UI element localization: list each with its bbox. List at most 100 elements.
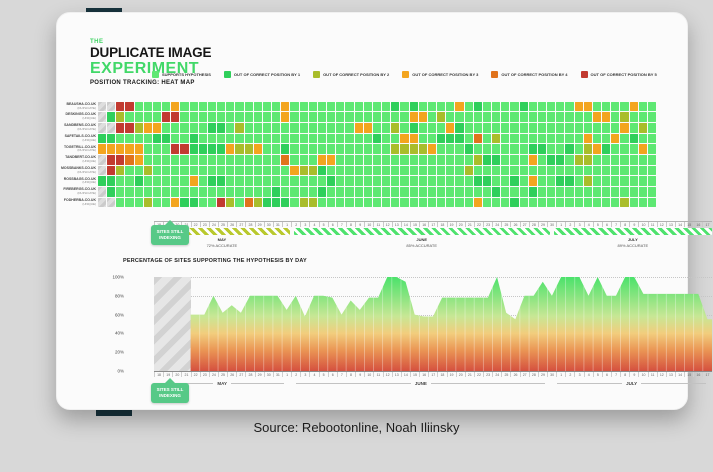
heatmap-cell	[373, 176, 381, 186]
heatmap-cell	[345, 123, 353, 133]
heatmap-cell	[235, 134, 243, 144]
area-day-tick: 26	[227, 372, 236, 377]
heatmap-cell	[611, 134, 619, 144]
heatmap-day-tick: 26	[227, 222, 236, 227]
x-month-label: MAY	[217, 381, 227, 386]
heatmap-cell	[217, 176, 225, 186]
heatmap-cell	[300, 176, 308, 186]
heatmap-cell	[446, 155, 454, 165]
area-day-tick: 30	[547, 372, 556, 377]
heatmap-cell	[538, 198, 546, 208]
heatmap-cell	[419, 187, 427, 197]
heatmap-row: SANDBENS.CO.UK(DUPLICATE)	[59, 122, 687, 133]
heatmap-cell	[226, 144, 234, 154]
area-day-tick: 6	[602, 372, 611, 377]
heatmap-cell	[538, 187, 546, 197]
heatmap-day-tick: 12	[657, 222, 666, 227]
heatmap-cell	[290, 166, 298, 176]
heatmap-cell	[556, 155, 564, 165]
heatmap-cell	[226, 166, 234, 176]
heatmap-cell	[300, 102, 308, 112]
heatmap-cell	[254, 187, 262, 197]
heatmap-cell	[400, 144, 408, 154]
heatmap-cell	[254, 134, 262, 144]
heatmap-day-tick: 3	[574, 222, 583, 227]
heatmap-cell	[492, 144, 500, 154]
heatmap-cell	[254, 176, 262, 186]
heatmap-day-tick: 11	[373, 222, 382, 227]
heatmap-cell	[437, 166, 445, 176]
heatmap-cell	[254, 166, 262, 176]
heatmap-cell	[208, 176, 216, 186]
heatmap-cell	[208, 166, 216, 176]
heatmap-day-tick: 29	[255, 222, 264, 227]
heatmap-cell	[272, 155, 280, 165]
heatmap-cell	[153, 187, 161, 197]
heatmap-cell	[318, 144, 326, 154]
heatmap-day-tick: 16	[419, 222, 428, 227]
heatmap-cell	[263, 176, 271, 186]
heatmap-cell	[556, 144, 564, 154]
heatmap-cell	[135, 198, 143, 208]
heatmap-cell	[529, 112, 537, 122]
area-day-tick: 7	[337, 372, 346, 377]
heatmap-cell	[235, 123, 243, 133]
heatmap-cell	[575, 166, 583, 176]
heatmap-cell	[419, 123, 427, 133]
heatmap-cell	[602, 102, 610, 112]
heatmap-cell	[144, 102, 152, 112]
heatmap-cell	[364, 134, 372, 144]
heatmap-cell	[226, 155, 234, 165]
heatmap-cell	[410, 176, 418, 186]
area-y-tick-label: 80%	[115, 293, 124, 298]
heatmap-cell	[556, 123, 564, 133]
heatmap-day-tick: 7	[611, 222, 620, 227]
heatmap-cell	[520, 198, 528, 208]
heatmap-cell	[364, 112, 372, 122]
heatmap-cell	[364, 144, 372, 154]
heatmap-cell	[345, 134, 353, 144]
heatmap-cell	[153, 134, 161, 144]
heatmap-day-tick: 25	[218, 222, 227, 227]
heatmap-cell	[345, 176, 353, 186]
heatmap-cell	[611, 102, 619, 112]
heatmap-cell	[180, 187, 188, 197]
heatmap-cell	[373, 187, 381, 197]
heatmap-cell	[529, 198, 537, 208]
x-month-label: JUNE	[415, 381, 427, 386]
heatmap-month-bars: MAY72% ACCURATEJUNE85% ACCURATEJULY89% A…	[154, 228, 712, 248]
heatmap-cell	[648, 144, 656, 154]
heatmap-cell	[483, 144, 491, 154]
heatmap-row-label-text: (UNIQUE)	[59, 181, 96, 184]
heatmap-cell	[639, 134, 647, 144]
heatmap-day-tick: 2	[291, 222, 300, 227]
heatmap-cell	[135, 166, 143, 176]
area-day-tick: 21	[465, 372, 474, 377]
heatmap-cell	[125, 187, 133, 197]
area-chart-svg	[154, 277, 712, 371]
heatmap-cell	[400, 198, 408, 208]
heatmap-cell	[272, 187, 280, 197]
heatmap-cell	[190, 134, 198, 144]
heatmap-cell	[630, 198, 638, 208]
heatmap-cell	[602, 155, 610, 165]
legend-item: SUPPORTS HYPOTHESIS	[152, 71, 211, 78]
heatmap-cell	[272, 176, 280, 186]
heatmap-cell	[556, 112, 564, 122]
heatmap-row-label: BEAUSHA.CO.UK(DUPLICATE)	[59, 103, 98, 110]
badge-line1: SITES STILL	[157, 387, 184, 392]
heatmap-cell	[162, 112, 170, 122]
heatmap-cell	[410, 102, 418, 112]
heatmap-cell	[529, 102, 537, 112]
heatmap-cell	[400, 123, 408, 133]
heatmap-cell	[125, 134, 133, 144]
heatmap-cell	[290, 123, 298, 133]
heatmap-cell	[327, 112, 335, 122]
heatmap-cell	[400, 112, 408, 122]
heatmap-cell	[300, 112, 308, 122]
heatmap-row: BEAUSHA.CO.UK(DUPLICATE)	[59, 101, 687, 112]
heatmap-cell	[575, 187, 583, 197]
heatmap-cell	[520, 155, 528, 165]
heatmap-cell	[300, 198, 308, 208]
area-y-tick-label: 40%	[115, 331, 124, 336]
